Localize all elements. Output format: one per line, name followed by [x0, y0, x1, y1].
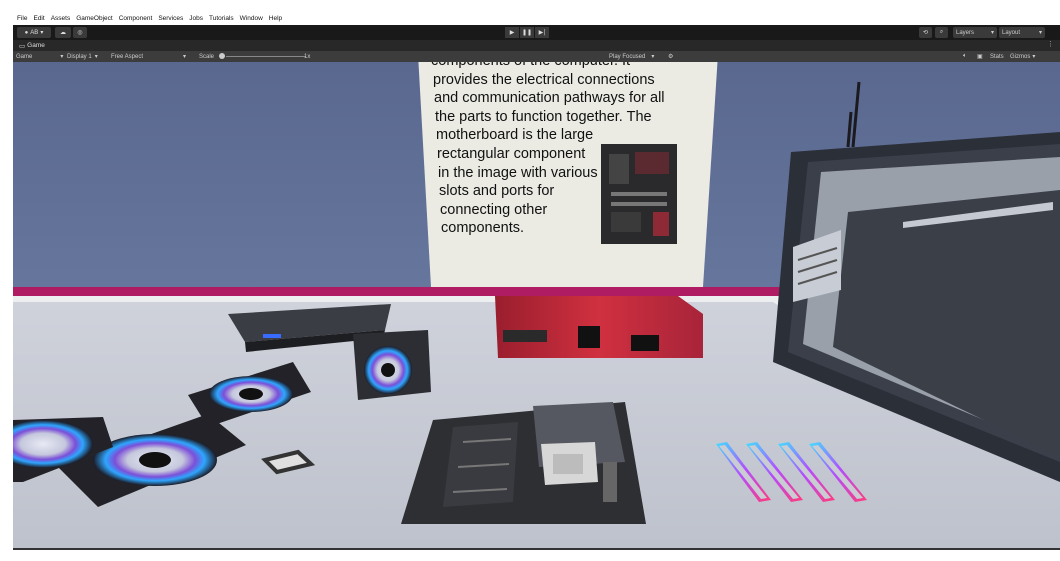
unity-editor-window: File Edit Assets GameObject Component Se…: [13, 12, 1060, 561]
graphics-card-plate: [503, 330, 547, 342]
play-button[interactable]: ▶: [505, 27, 519, 38]
chevron-down-icon: ▾: [40, 30, 44, 36]
account-button[interactable]: ● AB ▾: [17, 27, 51, 38]
menu-component[interactable]: Component: [119, 15, 153, 22]
layout-dropdown[interactable]: Layout ▾: [999, 27, 1045, 38]
collab-icon: ◎: [77, 30, 83, 36]
gear-icon: ⚙: [668, 54, 674, 60]
frame-debugger-button[interactable]: ▣: [977, 51, 983, 62]
poster-line: and communication pathways for all: [434, 90, 665, 107]
case-fan-hub: [139, 452, 171, 468]
menu-assets[interactable]: Assets: [51, 15, 71, 22]
chevron-down-icon: ▾: [183, 54, 187, 60]
poster-line: motherboard is the large: [436, 127, 594, 144]
poster-line: in the image with various: [438, 164, 598, 181]
viewport-bottom-border: [13, 548, 1060, 550]
history-icon: ⟲: [922, 30, 929, 36]
poster-line: connecting other: [440, 201, 548, 218]
history-button[interactable]: ⟲: [919, 27, 932, 38]
motherboard-socket-center: [553, 454, 583, 474]
main-toolbar: ● AB ▾ ☁ ◎ ▶ ❚❚ ▶| ⟲ ⌕ Layers ▾ Layout ▾: [13, 25, 1060, 40]
menu-tutorials[interactable]: Tutorials: [209, 15, 234, 22]
menu-services[interactable]: Services: [158, 15, 183, 22]
poster-line: slots and ports for: [439, 183, 555, 200]
menu-bar: File Edit Assets GameObject Component Se…: [13, 12, 1060, 25]
tab-game-label: Game: [27, 42, 45, 49]
poster-line: provides the electrical connections: [433, 71, 655, 88]
chevron-down-icon: ▾: [94, 54, 98, 60]
cloud-button[interactable]: ☁: [55, 27, 71, 38]
account-label: AB: [30, 29, 39, 36]
poster-text: components of the computer. It provides …: [431, 62, 681, 238]
play-mode-dropdown[interactable]: Play Focused ▾: [609, 51, 654, 62]
aspect-label: Free Aspect: [111, 53, 144, 60]
stats-label: Stats: [990, 53, 1004, 60]
game-view-toolbar: Game ▾ Display 1 ▾ Free Aspect ▾ Scale 1…: [13, 51, 1060, 62]
display-dropdown[interactable]: Display 1 ▾: [67, 51, 98, 62]
play-controls: ▶ ❚❚ ▶|: [505, 27, 550, 38]
cpu-cooler-hub: [381, 363, 395, 377]
menu-gameobject[interactable]: GameObject: [76, 15, 113, 22]
step-button[interactable]: ▶|: [535, 27, 549, 38]
scale-slider-track[interactable]: [226, 56, 306, 57]
graphics-card-logo: [631, 335, 659, 351]
game-viewport[interactable]: components of the computer. It provides …: [13, 62, 1060, 548]
pause-icon: ❚❚: [521, 29, 533, 36]
collab-button[interactable]: ◎: [73, 27, 87, 38]
gizmos-label: Gizmos: [1010, 53, 1031, 60]
display-label: Display 1: [67, 53, 92, 60]
more-options-icon[interactable]: ⋮: [1047, 40, 1054, 48]
graphics-card-dark-led: [263, 334, 281, 338]
menu-file[interactable]: File: [17, 15, 27, 22]
menu-window[interactable]: Window: [240, 15, 263, 22]
account-icon: ●: [24, 29, 29, 36]
search-icon: ⌕: [939, 29, 944, 35]
chevron-down-icon: ▾: [60, 54, 64, 60]
poster-line: the parts to function together. The: [435, 108, 652, 125]
scale-slider-handle[interactable]: [219, 53, 225, 59]
scale-label: Scale: [199, 51, 214, 62]
cloud-icon: ☁: [60, 30, 66, 36]
motherboard-dimm-slot: [603, 462, 617, 502]
chevron-down-icon: ▾: [1032, 54, 1036, 60]
scale-value: 1x: [304, 51, 310, 62]
pause-button[interactable]: ❚❚: [520, 27, 534, 38]
scale-label-text: Scale: [199, 53, 215, 60]
chevron-down-icon: ▾: [1038, 30, 1042, 36]
layout-label: Layout: [1002, 29, 1021, 36]
frame-icon: ▣: [977, 54, 983, 60]
menu-edit[interactable]: Edit: [33, 15, 44, 22]
scale-value-text: 1x: [304, 53, 311, 60]
game-mode-dropdown[interactable]: Game ▾: [16, 51, 63, 62]
graphics-card-logo: [578, 326, 600, 348]
chevron-down-icon: ▾: [651, 54, 655, 60]
menu-help[interactable]: Help: [269, 15, 282, 22]
play-icon: ▶: [509, 29, 515, 36]
mute-audio-button[interactable]: 🔈︎: [963, 51, 967, 62]
tab-bar: ▭ Game ⋮: [13, 40, 1060, 51]
search-button[interactable]: ⌕: [935, 27, 948, 38]
poster-line: components.: [441, 220, 525, 237]
step-icon: ▶|: [538, 29, 546, 36]
menu-jobs[interactable]: Jobs: [189, 15, 203, 22]
settings-button[interactable]: ⚙: [668, 51, 673, 62]
layers-label: Layers: [956, 29, 975, 36]
stats-button[interactable]: Stats: [990, 51, 1004, 62]
poster-line: components of the computer. It: [431, 62, 681, 71]
gamepad-icon: ▭: [19, 42, 26, 50]
tab-game[interactable]: ▭ Game: [15, 40, 49, 51]
game-mode-label: Game: [16, 53, 33, 60]
play-mode-label: Play Focused: [609, 53, 646, 60]
chevron-down-icon: ▾: [990, 30, 994, 36]
layers-dropdown[interactable]: Layers ▾: [953, 27, 997, 38]
case-fan-hub: [239, 388, 263, 400]
aspect-dropdown[interactable]: Free Aspect ▾: [111, 51, 186, 62]
speaker-icon: 🔈︎: [963, 53, 967, 59]
gizmos-dropdown[interactable]: Gizmos ▾: [1010, 51, 1035, 62]
poster-line: rectangular component: [437, 145, 586, 162]
